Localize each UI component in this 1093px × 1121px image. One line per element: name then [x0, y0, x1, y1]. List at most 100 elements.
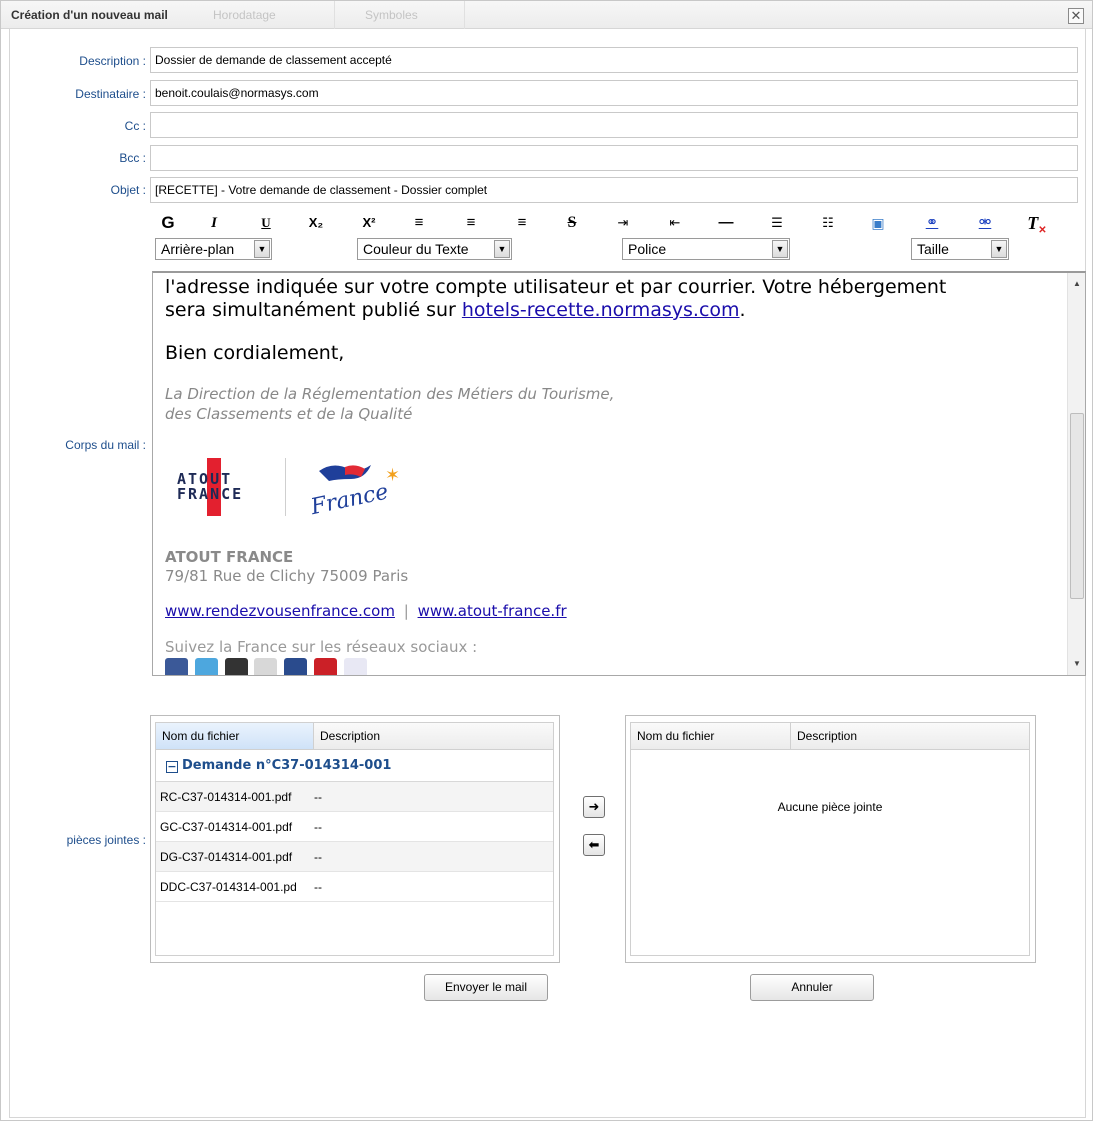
tab-horodatage[interactable]: Horodatage [205, 1, 335, 29]
destinataire-field[interactable]: benoit.coulais@normasys.com [150, 80, 1078, 106]
links-line: www.rendezvousenfrance.com | www.atout-f… [165, 602, 567, 620]
scrollbar-thumb[interactable] [1070, 413, 1084, 599]
ordered-list-button[interactable]: ☰ [765, 212, 789, 234]
table-row[interactable]: GC-C37-014314-001.pdf -- [156, 812, 553, 842]
hotels-recette-link[interactable]: hotels-recette.normasys.com [462, 299, 740, 321]
unordered-list-button[interactable]: ☷ [816, 212, 840, 234]
collapse-icon[interactable]: − [166, 761, 178, 773]
youtube-icon[interactable] [254, 658, 278, 675]
logo-divider [285, 458, 286, 516]
font-select-value: Police [628, 241, 667, 257]
table-row[interactable]: RC-C37-014314-001.pdf -- [156, 782, 553, 812]
google-plus-icon[interactable] [224, 658, 248, 675]
group-row[interactable]: − Demande n°C37-014314-001 [156, 750, 553, 782]
tab-symboles[interactable]: Symboles [335, 1, 465, 29]
column-header-filename[interactable]: Nom du fichier [156, 723, 314, 749]
cc-field[interactable] [150, 112, 1078, 138]
align-left-button[interactable]: ≡ [407, 212, 431, 234]
company-address: 79/81 Rue de Clichy 75009 Paris [165, 567, 409, 585]
editor-scrollbar[interactable]: ▲ ▼ [1067, 273, 1085, 675]
chevron-down-icon: ▼ [991, 240, 1007, 258]
signature-line-1: La Direction de la Réglementation des Mé… [165, 385, 615, 403]
mail-body-editor[interactable]: l'adresse indiquée sur votre compte util… [152, 271, 1086, 676]
outdent-button[interactable]: ⇤ [663, 212, 687, 234]
destinataire-label: Destinataire : [75, 87, 146, 101]
remove-attachment-button[interactable]: ⬅ [583, 834, 605, 856]
file-name: GC-C37-014314-001.pdf [160, 820, 293, 834]
superscript-button[interactable]: X² [357, 212, 381, 234]
size-select[interactable]: Taille ▼ [911, 238, 1009, 260]
twitter-icon[interactable] [194, 658, 218, 675]
grid-body: − Demande n°C37-014314-001 RC-C37-014314-… [155, 750, 554, 956]
france-logo: ✶ France [297, 459, 407, 520]
scroll-up-icon[interactable]: ▲ [1068, 275, 1085, 293]
tab-new-mail[interactable]: Création d'un nouveau mail [5, 1, 174, 29]
bcc-field[interactable] [150, 145, 1078, 171]
underline-button[interactable]: U [254, 212, 278, 234]
rendezvousenfrance-link[interactable]: www.rendezvousenfrance.com [165, 602, 395, 620]
column-header-description[interactable]: Description [791, 723, 1029, 749]
send-mail-button[interactable]: Envoyer le mail [424, 974, 548, 1001]
france-logo-text: France [308, 479, 391, 517]
group-title: Demande n°C37-014314-001 [182, 758, 392, 773]
atout-france-link[interactable]: www.atout-france.fr [418, 602, 567, 620]
description-label: Description : [79, 54, 146, 68]
strikethrough-button[interactable]: S [560, 212, 584, 234]
pinterest-icon[interactable] [314, 658, 338, 675]
background-color-select-value: Arrière-plan [161, 241, 235, 257]
table-row[interactable]: DDC-C37-014314-001.pd -- [156, 872, 553, 902]
link-separator: | [403, 602, 409, 620]
chevron-down-icon: ▼ [494, 240, 510, 258]
cancel-button[interactable]: Annuler [750, 974, 874, 1001]
italic-button[interactable]: I [202, 212, 226, 234]
file-name: DG-C37-014314-001.pdf [160, 850, 293, 864]
file-name: RC-C37-014314-001.pdf [160, 790, 292, 804]
available-attachments-grid: Nom du fichier Description − Demande n°C3… [150, 715, 560, 963]
objet-label: Objet : [110, 183, 146, 197]
close-icon[interactable]: ✕ [1068, 8, 1084, 24]
bold-button[interactable]: G [156, 212, 180, 234]
dialog-titlebar: Création d'un nouveau mail Horodatage Sy… [1, 1, 1092, 29]
corps-label: Corps du mail : [65, 438, 146, 452]
body-line-2-suffix: . [739, 299, 746, 321]
file-description: -- [314, 850, 322, 864]
font-select[interactable]: Police ▼ [622, 238, 790, 260]
objet-field[interactable]: [RECETTE] - Votre demande de classement … [150, 177, 1078, 203]
scroll-down-icon[interactable]: ▼ [1068, 655, 1085, 673]
subscript-button[interactable]: X₂ [304, 212, 328, 234]
align-right-button[interactable]: ≡ [510, 212, 534, 234]
signature-line-2: des Classements et de la Qualité [165, 405, 413, 423]
background-color-select[interactable]: Arrière-plan ▼ [155, 238, 272, 260]
text-color-select-value: Couleur du Texte [363, 241, 469, 257]
greeting: Bien cordialement, [165, 342, 345, 364]
remove-link-button[interactable]: ⚮ [973, 212, 997, 234]
body-paragraph: l'adresse indiquée sur votre compte util… [165, 276, 946, 322]
clear-format-button[interactable]: T✕ [1025, 212, 1049, 236]
horizontal-rule-button[interactable]: — [714, 212, 738, 234]
pj-label: pièces jointes : [66, 833, 146, 847]
social-text: Suivez la France sur les réseaux sociaux… [165, 638, 478, 656]
description-field[interactable]: Dossier de demande de classement accepté [150, 47, 1078, 73]
flickr-icon[interactable] [343, 658, 367, 675]
company-name: ATOUT FRANCE [165, 548, 294, 566]
svg-text:✶: ✶ [385, 465, 400, 486]
column-header-description[interactable]: Description [314, 723, 553, 749]
align-center-button[interactable]: ≡ [459, 212, 483, 234]
file-description: -- [314, 820, 322, 834]
table-row[interactable]: DG-C37-014314-001.pdf -- [156, 842, 553, 872]
column-header-filename[interactable]: Nom du fichier [631, 723, 791, 749]
cc-label: Cc : [124, 119, 146, 133]
social-icons-row [165, 658, 370, 675]
add-attachment-button[interactable]: ➜ [583, 796, 605, 818]
empty-message: Aucune pièce jointe [777, 800, 883, 814]
text-color-select[interactable]: Couleur du Texte ▼ [357, 238, 512, 260]
chevron-down-icon: ▼ [254, 240, 270, 258]
insert-image-button[interactable]: ▣ [866, 212, 890, 234]
insert-link-button[interactable]: ⚭ [920, 212, 944, 234]
clear-format-icon: T [1027, 213, 1039, 233]
indent-button[interactable]: ⇥ [611, 212, 635, 234]
dailymotion-icon[interactable] [284, 658, 308, 675]
chevron-down-icon: ▼ [772, 240, 788, 258]
grid-header: Nom du fichier Description [630, 722, 1030, 750]
facebook-icon[interactable] [165, 658, 188, 675]
